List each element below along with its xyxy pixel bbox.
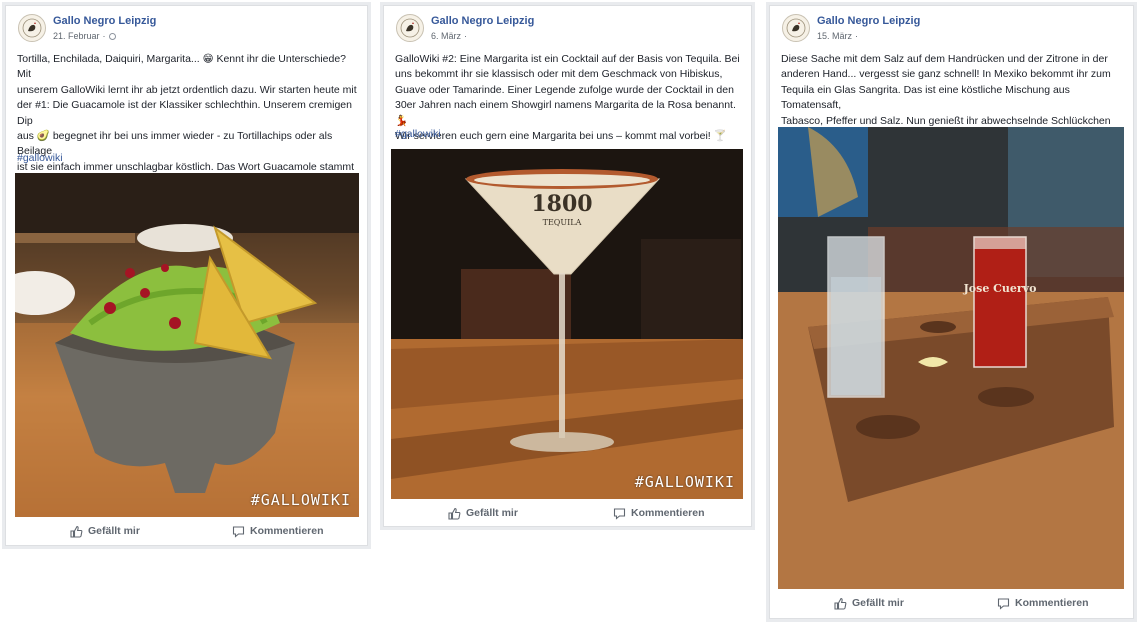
comment-icon (997, 597, 1010, 610)
post-card-margarita: Gallo Negro Leipzig 6. März · GalloWiki … (383, 5, 752, 527)
post-meta: 6. März · (431, 31, 467, 41)
page-avatar[interactable] (782, 14, 810, 42)
action-bar: Gefällt mir Kommentieren (6, 518, 367, 544)
post-date[interactable]: 15. März (817, 31, 852, 41)
thumbs-up-icon (70, 525, 83, 538)
comment-icon (232, 525, 245, 538)
page-name-link[interactable]: Gallo Negro Leipzig (817, 15, 920, 27)
like-button[interactable]: Gefällt mir (448, 500, 518, 526)
margarita-illustration: 1800 TEQUILA (391, 149, 743, 499)
like-label: Gefällt mir (466, 507, 518, 519)
post-header: Gallo Negro Leipzig 21. Februar · (18, 14, 357, 50)
glass-brand-text: 1800 (531, 191, 592, 217)
glass-sub-text: TEQUILA (543, 218, 582, 227)
post-meta: 21. Februar · (53, 31, 116, 41)
guacamole-illustration (15, 173, 359, 517)
globe-icon (108, 32, 116, 40)
post-card-guacamole: Gallo Negro Leipzig 21. Februar · Tortil… (5, 5, 368, 546)
comment-label: Kommentieren (631, 507, 705, 519)
like-label: Gefällt mir (852, 597, 904, 609)
page-name-link[interactable]: Gallo Negro Leipzig (431, 15, 534, 27)
thumbs-up-icon (834, 597, 847, 610)
post-photo-margarita[interactable]: 1800 TEQUILA #GALLOWIKI (391, 149, 743, 499)
rooster-logo-icon (400, 18, 420, 38)
page-avatar[interactable] (18, 14, 46, 42)
page-name-link[interactable]: Gallo Negro Leipzig (53, 15, 156, 27)
like-button[interactable]: Gefällt mir (70, 518, 140, 544)
meta-separator: · (464, 31, 468, 41)
post-header: Gallo Negro Leipzig 6. März · (396, 14, 741, 50)
comment-button[interactable]: Kommentieren (613, 500, 705, 526)
like-label: Gefällt mir (88, 525, 140, 537)
like-button[interactable]: Gefällt mir (834, 590, 904, 616)
thumbs-up-icon (448, 507, 461, 520)
sangrita-illustration: Jose Cuervo (778, 127, 1124, 589)
post-card-sangrita: Gallo Negro Leipzig 15. März · Diese Sac… (769, 5, 1134, 619)
post-meta: 15. März · (817, 31, 858, 41)
hashtag-link[interactable]: #gallowiki (395, 128, 441, 140)
comment-icon (613, 507, 626, 520)
comment-label: Kommentieren (250, 525, 324, 537)
comment-label: Kommentieren (1015, 597, 1089, 609)
meta-separator: · (102, 31, 106, 41)
rooster-logo-icon (22, 18, 42, 38)
comment-button[interactable]: Kommentieren (997, 590, 1089, 616)
post-date[interactable]: 21. Februar (53, 31, 100, 41)
post-photo-guacamole[interactable]: #GALLOWIKI (15, 173, 359, 517)
post-photo-sangrita[interactable]: Jose Cuervo (778, 127, 1124, 589)
glass-brand-text: Jose Cuervo (963, 282, 1037, 295)
photo-hashtag-overlay: #GALLOWIKI (250, 491, 351, 509)
post-header: Gallo Negro Leipzig 15. März · (782, 14, 1123, 50)
rooster-logo-icon (786, 18, 806, 38)
action-bar: Gefällt mir Kommentieren (770, 590, 1133, 616)
comment-button[interactable]: Kommentieren (232, 518, 324, 544)
page-avatar[interactable] (396, 14, 424, 42)
hashtag-link[interactable]: #gallowiki (17, 152, 63, 164)
meta-separator: · (855, 31, 859, 41)
post-date[interactable]: 6. März (431, 31, 461, 41)
post-body-text: GalloWiki #2: Eine Margarita ist ein Coc… (395, 53, 740, 143)
action-bar: Gefällt mir Kommentieren (384, 500, 751, 526)
photo-hashtag-overlay: #GALLOWIKI (634, 473, 735, 491)
